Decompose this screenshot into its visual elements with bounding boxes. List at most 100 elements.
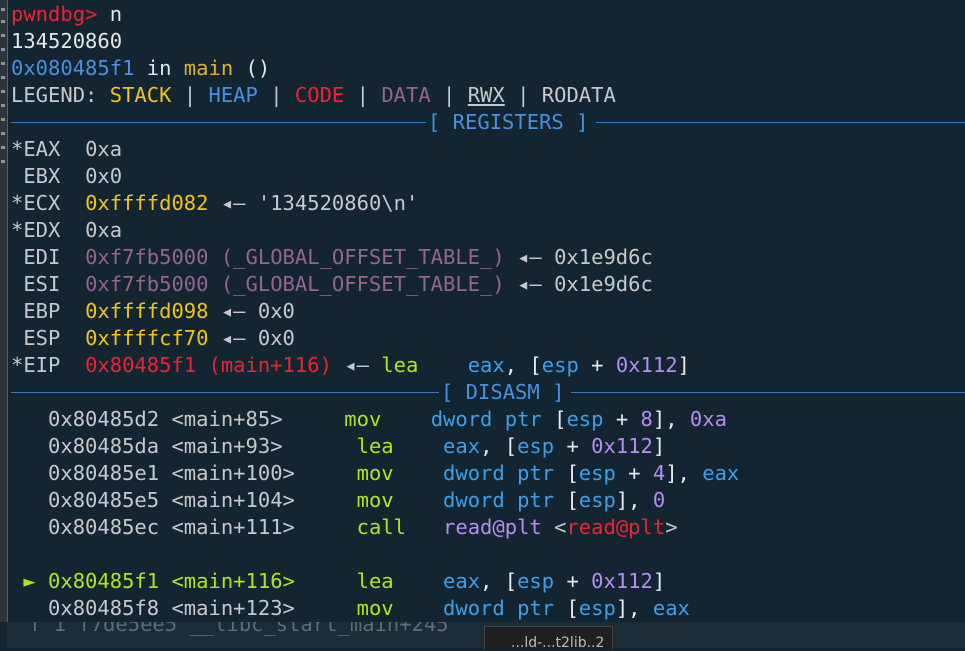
disasm-row-current[interactable]: ► 0x80485f1 <main+116> lea eax, [esp + 0… bbox=[11, 568, 665, 595]
prompt-command: n bbox=[109, 2, 123, 26]
register-row-edi: EDI 0xf7fb5000 (_GLOBAL_OFFSET_TABLE_) ◂… bbox=[11, 244, 653, 271]
instruction-operands: eax bbox=[467, 353, 505, 377]
register-changed-mark: * bbox=[11, 137, 24, 161]
register-row-eax: *EAX 0xa bbox=[11, 136, 122, 163]
register-row-ebx: EBX 0x0 bbox=[11, 163, 122, 190]
register-name: EDI bbox=[23, 245, 61, 269]
gutter-mark bbox=[1, 76, 5, 79]
location-in: in bbox=[146, 56, 172, 80]
disasm-row[interactable]: 0x80485e1 <main+100> mov dword ptr [esp … bbox=[11, 460, 739, 487]
location-function: main bbox=[183, 56, 234, 80]
command-prompt-line[interactable]: pwndbg> n bbox=[11, 1, 122, 28]
disasm-symbol: <main+104> bbox=[171, 488, 295, 512]
register-changed-mark: * bbox=[11, 191, 24, 215]
register-row-ebp: EBP 0xffffd098 ◂— 0x0 bbox=[11, 298, 295, 325]
register-row-ecx: *ECX 0xffffd082 ◂— '134520860\n' bbox=[11, 190, 418, 217]
register-changed-mark bbox=[11, 164, 23, 188]
instruction-mnemonic: lea bbox=[381, 353, 419, 377]
deref-arrow: ◂— bbox=[220, 191, 246, 215]
register-name: EBX bbox=[23, 164, 61, 188]
registers-header-text: [ REGISTERS ] bbox=[428, 110, 589, 134]
header-rule bbox=[571, 392, 965, 393]
disasm-address: 0x80485d2 bbox=[48, 407, 160, 431]
gutter-mark bbox=[1, 104, 5, 107]
gutter-mark bbox=[1, 20, 5, 23]
disasm-mnemonic: lea bbox=[356, 434, 394, 458]
deref-arrow: ◂— bbox=[220, 299, 246, 323]
register-name: EDX bbox=[23, 218, 61, 242]
header-rule bbox=[596, 122, 965, 123]
register-value: 0xffffcf70 bbox=[85, 326, 209, 350]
register-changed-mark bbox=[11, 245, 23, 269]
disasm-row[interactable]: 0x80485e5 <main+104> mov dword ptr [esp]… bbox=[11, 487, 665, 514]
disasm-row[interactable]: 0x80485d2 <main+85> mov dword ptr [esp +… bbox=[11, 406, 727, 433]
register-changed-mark: * bbox=[11, 353, 24, 377]
register-deref: '134520860\n' bbox=[257, 191, 419, 215]
legend-rwx: RWX bbox=[467, 83, 505, 107]
tooltip-popup: ...ld-...t2lib..2 bbox=[484, 626, 613, 651]
disasm-mnemonic: mov bbox=[356, 461, 394, 485]
program-output: 134520860 bbox=[11, 29, 123, 53]
current-instruction-arrow-icon: ► bbox=[23, 569, 36, 593]
register-row-edx: *EDX 0xa bbox=[11, 217, 122, 244]
call-target-symbol: read@plt bbox=[566, 515, 666, 539]
legend-code: CODE bbox=[294, 83, 345, 107]
register-changed-mark bbox=[11, 272, 23, 296]
disasm-symbol: <main+111> bbox=[171, 515, 295, 539]
gutter-mark bbox=[1, 118, 5, 121]
legend-separator: | bbox=[183, 83, 197, 107]
call-target: read@plt bbox=[443, 515, 542, 539]
disasm-address: 0x80485da bbox=[48, 434, 160, 458]
register-value: 0xf7fb5000 bbox=[85, 245, 209, 269]
disasm-mnemonic: lea bbox=[356, 569, 394, 593]
disasm-row[interactable]: 0x80485f8 <main+123> mov dword ptr [esp]… bbox=[11, 595, 690, 622]
disasm-row[interactable]: 0x80485ec <main+111> call read@plt <read… bbox=[11, 514, 678, 541]
register-value: 0xffffd082 bbox=[85, 191, 209, 215]
legend-separator: | bbox=[270, 83, 283, 107]
register-row-esi: ESI 0xf7fb5000 (_GLOBAL_OFFSET_TABLE_) ◂… bbox=[11, 271, 652, 298]
register-symbol: (_GLOBAL_OFFSET_TABLE_) bbox=[220, 272, 505, 296]
legend-data: DATA bbox=[381, 83, 431, 107]
register-name: EIP bbox=[23, 353, 61, 377]
gutter-mark bbox=[1, 132, 5, 135]
register-value: 0xa bbox=[85, 137, 123, 161]
deref-arrow: ◂— bbox=[220, 326, 246, 350]
disasm-symbol: <main+93> bbox=[171, 434, 283, 458]
deref-arrow: ◂— bbox=[344, 353, 369, 377]
legend-separator: | bbox=[356, 83, 369, 107]
header-rule bbox=[11, 122, 426, 123]
register-name: ESI bbox=[23, 272, 61, 296]
disasm-address: 0x80485ec bbox=[48, 515, 160, 539]
register-value: 0x0 bbox=[85, 164, 123, 188]
gutter-mark bbox=[1, 8, 5, 11]
legend-rodata: RODATA bbox=[541, 83, 616, 107]
location-args: () bbox=[245, 56, 271, 80]
register-row-esp: ESP 0xffffcf70 ◂— 0x0 bbox=[11, 325, 295, 352]
register-changed-mark bbox=[11, 299, 23, 323]
register-changed-mark bbox=[11, 326, 23, 350]
disasm-row[interactable]: 0x80485da <main+93> lea eax, [esp + 0x11… bbox=[11, 433, 665, 460]
register-deref: 0x1e9d6c bbox=[554, 245, 653, 269]
register-changed-mark: * bbox=[11, 218, 24, 242]
deref-arrow: ◂— bbox=[517, 272, 542, 296]
register-deref: 0x0 bbox=[257, 299, 295, 323]
disasm-symbol: <main+100> bbox=[171, 461, 295, 485]
legend-line: LEGEND: STACK | HEAP | CODE | DATA | RWX… bbox=[11, 82, 616, 109]
tooltip-text: ...ld-...t2lib..2 bbox=[511, 635, 605, 651]
gutter-mark bbox=[1, 34, 5, 37]
registers-section-header: [ REGISTERS ] bbox=[11, 109, 965, 136]
window-left-gutter bbox=[0, 0, 8, 622]
location-address: 0x080485f1 bbox=[11, 56, 135, 80]
legend-stack: STACK bbox=[109, 83, 172, 107]
legend-separator: | bbox=[517, 83, 530, 107]
disasm-address: 0x80485e5 bbox=[48, 488, 160, 512]
register-symbol: (main+116) bbox=[208, 353, 332, 377]
disasm-address: 0x80485f1 bbox=[48, 569, 160, 593]
disasm-mnemonic: mov bbox=[356, 596, 394, 620]
register-name: EBP bbox=[23, 299, 61, 323]
register-name: ECX bbox=[23, 191, 61, 215]
gutter-mark bbox=[1, 146, 5, 149]
register-row-eip: *EIP 0x80485f1 (main+116) ◂— lea eax, [e… bbox=[11, 353, 690, 377]
prompt-label: pwndbg> bbox=[11, 2, 98, 26]
gutter-mark bbox=[1, 48, 5, 51]
